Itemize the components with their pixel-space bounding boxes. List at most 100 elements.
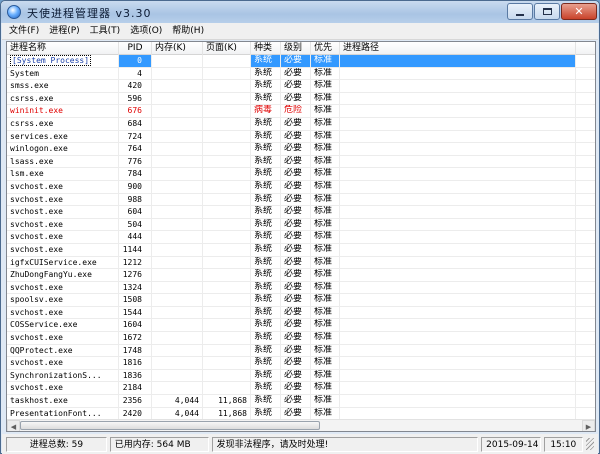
table-row[interactable]: svchost.exe 1144 系统 必要 标准 (7, 243, 595, 257)
table-row[interactable]: ZhuDongFangYu.exe 1276 系统 必要 标准 (7, 269, 595, 282)
process-list[interactable]: 进程名称 PID 内存(K) 页面(K) 种类 级别 优先 进程路径 [Syst… (6, 41, 596, 432)
menu-process[interactable]: 进程(P) (44, 23, 84, 40)
process-path (340, 319, 576, 332)
process-path (340, 294, 576, 307)
scroll-thumb[interactable] (20, 421, 320, 430)
table-row[interactable]: wininit.exe 676 病毒 危险 标准 (7, 105, 595, 118)
process-memory (152, 206, 203, 219)
table-row[interactable]: COSService.exe 1604 系统 必要 标准 (7, 319, 595, 333)
process-path (340, 206, 576, 219)
process-name: svchost.exe (7, 332, 119, 345)
process-path (340, 67, 576, 80)
process-type: 系统 (251, 256, 281, 269)
process-page: 11,868 (203, 407, 251, 420)
minimize-button[interactable] (507, 3, 533, 20)
table-row[interactable]: svchost.exe 988 系统 必要 标准 (7, 193, 595, 207)
table-row[interactable]: svchost.exe 444 系统 必要 标准 (7, 231, 595, 244)
column-header-page[interactable]: 页面(K) (203, 42, 251, 55)
table-row[interactable]: svchost.exe 1672 系统 必要 标准 (7, 332, 595, 345)
column-header-path[interactable]: 进程路径 (340, 42, 576, 55)
menu-tools[interactable]: 工具(T) (85, 23, 126, 40)
process-priority: 标准 (311, 369, 340, 382)
table-row[interactable]: lsm.exe 784 系统 必要 标准 (7, 168, 595, 181)
process-path (340, 281, 576, 294)
table-row[interactable]: csrss.exe 684 系统 必要 标准 (7, 117, 595, 131)
column-header-level[interactable]: 级别 (281, 42, 311, 55)
title-bar[interactable]: 天使进程管理器 v3.30 ✕ (1, 1, 599, 23)
process-priority: 标准 (311, 67, 340, 80)
process-page (203, 155, 251, 168)
table-row[interactable]: svchost.exe 2184 系统 必要 标准 (7, 382, 595, 396)
column-header-pid[interactable]: PID (119, 42, 152, 55)
table-row[interactable]: svchost.exe 604 系统 必要 标准 (7, 206, 595, 219)
table-row[interactable]: smss.exe 420 系统 必要 标准 (7, 80, 595, 93)
process-type: 系统 (251, 206, 281, 219)
table-row[interactable]: svchost.exe 1816 系统 必要 标准 (7, 357, 595, 370)
process-name: smss.exe (7, 80, 119, 93)
table-row[interactable]: svchost.exe 1324 系统 必要 标准 (7, 281, 595, 295)
process-level: 必要 (281, 143, 311, 156)
table-row[interactable]: SynchronizationS... 1836 系统 必要 标准 (7, 369, 595, 383)
process-path (340, 105, 576, 118)
process-memory: 4,044 (152, 407, 203, 420)
table-row[interactable]: services.exe 724 系统 必要 标准 (7, 130, 595, 144)
process-type: 系统 (251, 218, 281, 231)
table-row[interactable]: taskhost.exe 2356 4,044 11,868 系统 必要 标准 (7, 395, 595, 408)
process-name: PresentationFont... (7, 407, 119, 420)
table-row[interactable]: QQProtect.exe 1748 系统 必要 标准 (7, 344, 595, 358)
table-row[interactable]: System 4 系统 必要 标准 (7, 67, 595, 81)
process-level: 必要 (281, 193, 311, 206)
process-page (203, 92, 251, 105)
process-pid: 1604 (119, 319, 152, 332)
process-pid: 1748 (119, 344, 152, 357)
process-page (203, 130, 251, 143)
table-row[interactable]: svchost.exe 1544 系统 必要 标准 (7, 306, 595, 320)
scroll-left-icon[interactable]: ◀ (7, 420, 20, 431)
menu-file[interactable]: 文件(F) (2, 23, 44, 40)
column-header-name[interactable]: 进程名称 (7, 42, 119, 55)
table-row[interactable]: lsass.exe 776 系统 必要 标准 (7, 155, 595, 169)
status-process-count: 进程总数: 59 (6, 436, 107, 452)
process-type: 系统 (251, 306, 281, 319)
horizontal-scrollbar[interactable]: ◀ ▶ (7, 419, 595, 431)
status-time: 15:10 (543, 436, 584, 452)
process-name: ZhuDongFangYu.exe (7, 269, 119, 282)
table-row[interactable]: svchost.exe 504 系统 必要 标准 (7, 218, 595, 232)
process-memory (152, 382, 203, 395)
column-header-type[interactable]: 种类 (251, 42, 281, 55)
process-name: wininit.exe (7, 105, 119, 118)
process-type: 系统 (251, 319, 281, 332)
process-pid: 684 (119, 117, 152, 130)
close-button[interactable]: ✕ (561, 3, 597, 20)
process-pid: 724 (119, 130, 152, 143)
process-pid: 1672 (119, 332, 152, 345)
process-pid: 1144 (119, 243, 152, 256)
menu-help[interactable]: 帮助(H) (167, 23, 209, 40)
process-pid: 1816 (119, 357, 152, 370)
menu-options[interactable]: 选项(O) (125, 23, 167, 40)
scroll-right-icon[interactable]: ▶ (582, 420, 595, 431)
maximize-button[interactable] (534, 3, 560, 20)
scroll-track[interactable] (20, 420, 582, 431)
column-header-priority[interactable]: 优先 (311, 42, 340, 55)
table-row[interactable]: winlogon.exe 764 系统 必要 标准 (7, 143, 595, 156)
table-row[interactable]: spoolsv.exe 1508 系统 必要 标准 (7, 294, 595, 307)
process-memory (152, 344, 203, 357)
process-memory (152, 80, 203, 93)
process-priority: 标准 (311, 231, 340, 244)
column-header-memory[interactable]: 内存(K) (152, 42, 203, 55)
process-page (203, 243, 251, 256)
process-type: 系统 (251, 382, 281, 395)
resize-grip-icon[interactable] (586, 438, 594, 450)
process-pid: 504 (119, 218, 152, 231)
table-row[interactable]: igfxCUIService.exe 1212 系统 必要 标准 (7, 256, 595, 270)
table-row[interactable]: [System Process] 0 系统 必要 标准 (7, 55, 595, 68)
table-row[interactable]: svchost.exe 900 系统 必要 标准 (7, 180, 595, 194)
process-name: lsm.exe (7, 168, 119, 181)
table-row[interactable]: csrss.exe 596 系统 必要 标准 (7, 92, 595, 106)
process-path (340, 243, 576, 256)
process-type: 系统 (251, 395, 281, 408)
process-level: 必要 (281, 319, 311, 332)
process-pid: 2184 (119, 382, 152, 395)
process-memory: 4,044 (152, 395, 203, 408)
